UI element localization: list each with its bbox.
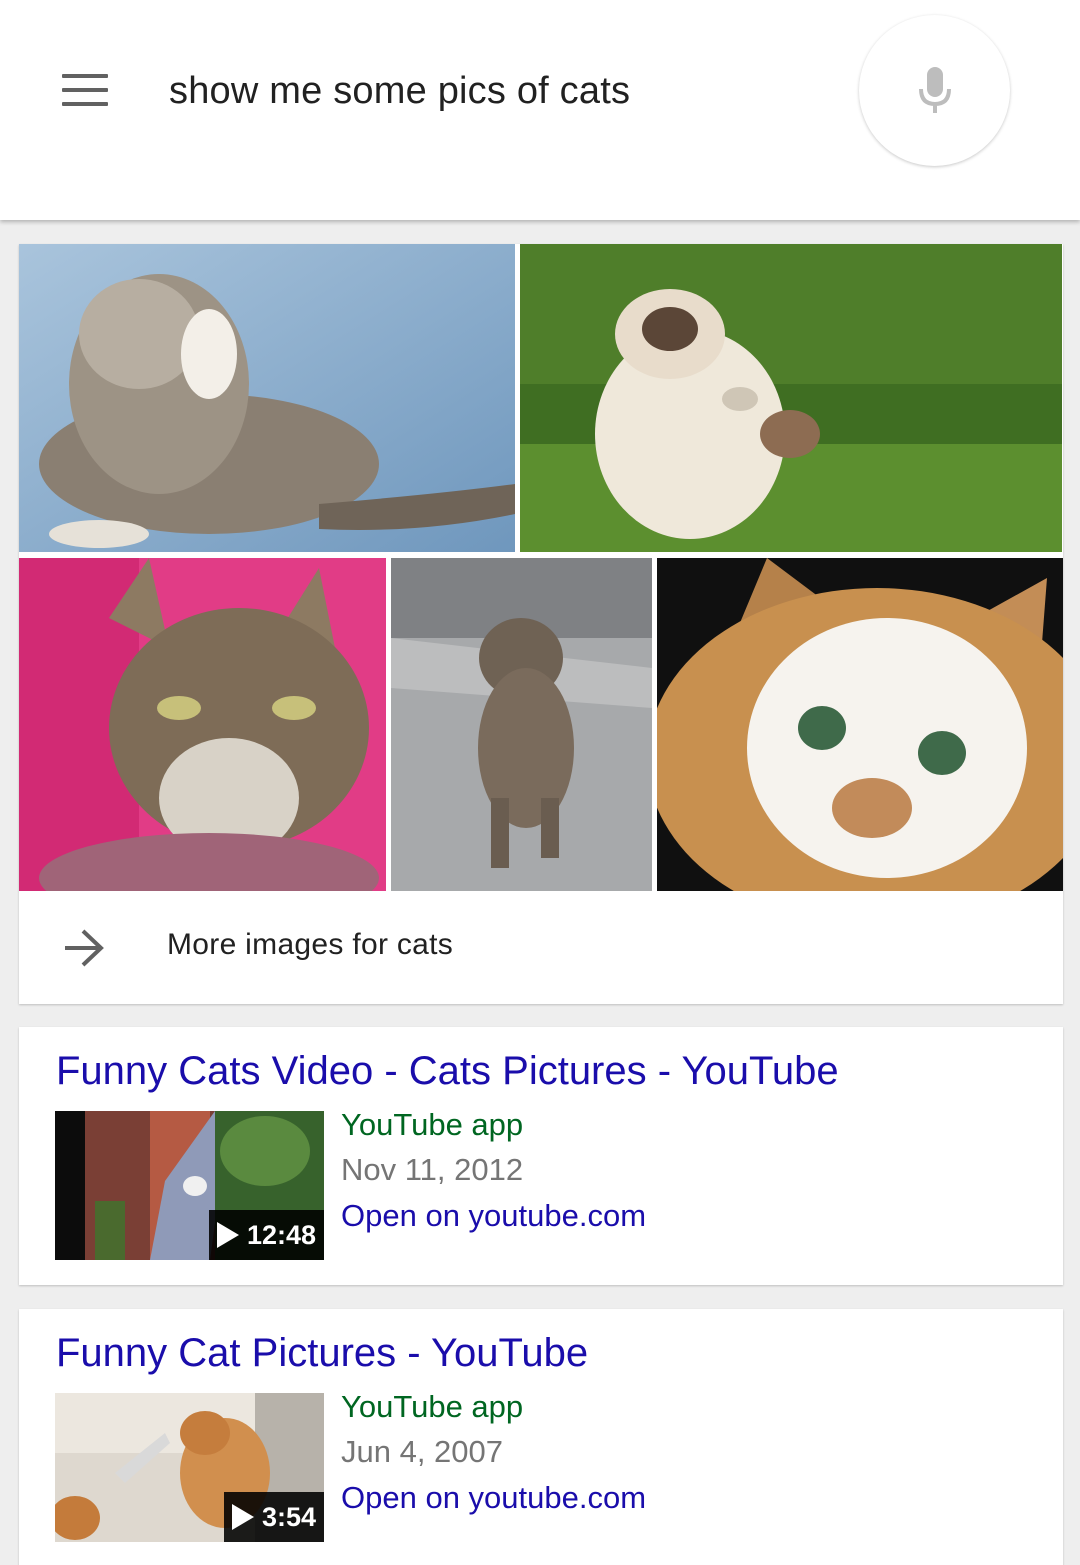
search-header: show me some pics of cats <box>0 0 1080 220</box>
more-images-link[interactable]: More images for cats <box>19 892 1063 1004</box>
open-on-youtube-link[interactable]: Open on youtube.com <box>341 1198 646 1234</box>
video-result-card: Funny Cats Video - Cats Pictures - YouTu… <box>19 1027 1063 1285</box>
image-result-2[interactable] <box>520 244 1062 552</box>
search-query[interactable]: show me some pics of cats <box>169 70 630 113</box>
image-result-4[interactable] <box>391 558 652 891</box>
arrow-right-icon <box>65 929 104 967</box>
more-images-label: More images for cats <box>167 928 454 961</box>
result-title-link[interactable]: Funny Cats Video - Cats Pictures - YouTu… <box>56 1049 839 1094</box>
video-thumbnail[interactable]: 3:54 <box>55 1393 324 1542</box>
result-date: Jun 4, 2007 <box>341 1434 504 1469</box>
play-icon <box>216 1222 239 1248</box>
result-source: YouTube app <box>341 1107 524 1142</box>
video-duration-badge: 12:48 <box>208 1210 324 1260</box>
image-results-card: More images for cats <box>19 244 1063 1004</box>
video-duration: 3:54 <box>261 1501 316 1532</box>
play-icon <box>231 1504 254 1530</box>
video-thumbnail[interactable]: 12:48 <box>55 1111 324 1260</box>
image-result-5[interactable] <box>657 558 1063 891</box>
video-duration-badge: 3:54 <box>223 1492 324 1542</box>
result-title-link[interactable]: Funny Cat Pictures - YouTube <box>56 1331 588 1376</box>
menu-icon[interactable] <box>62 74 108 106</box>
image-result-1[interactable] <box>19 244 515 552</box>
voice-search-button[interactable] <box>859 15 1010 166</box>
open-on-youtube-link[interactable]: Open on youtube.com <box>341 1480 646 1516</box>
image-result-3[interactable] <box>19 558 386 891</box>
video-duration: 12:48 <box>246 1219 316 1250</box>
video-result-card: Funny Cat Pictures - YouTube 3:54 YouTub… <box>19 1309 1063 1565</box>
result-date: Nov 11, 2012 <box>341 1152 524 1187</box>
result-source: YouTube app <box>341 1389 524 1424</box>
microphone-icon <box>918 66 951 113</box>
